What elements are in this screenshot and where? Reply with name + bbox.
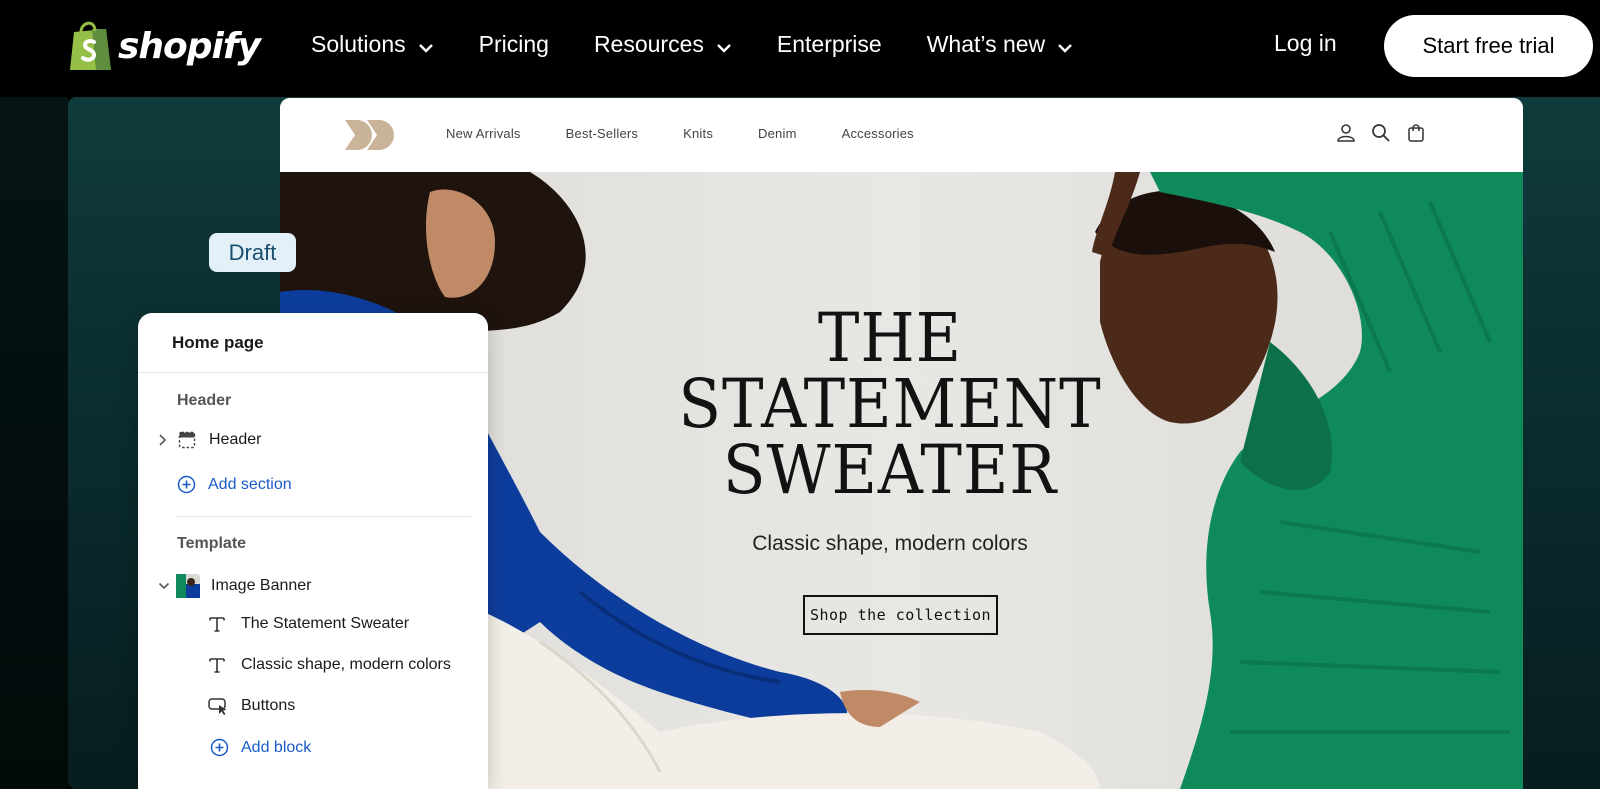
brand-name: shopify xyxy=(118,26,261,67)
shopify-logo[interactable]: shopify xyxy=(68,20,261,77)
draft-badge: Draft xyxy=(209,233,296,272)
add-block-label: Add block xyxy=(241,738,312,756)
nav-label: Solutions xyxy=(311,31,406,57)
block-heading-item[interactable]: The Statement Sweater xyxy=(208,615,409,633)
left-backdrop xyxy=(0,97,68,789)
panel-title[interactable]: Home page xyxy=(172,333,264,353)
nav-pricing[interactable]: Pricing xyxy=(479,30,549,59)
block-buttons-item[interactable]: Buttons xyxy=(208,697,295,715)
image-banner-label: Image Banner xyxy=(211,577,312,594)
nav-label: Pricing xyxy=(478,31,549,57)
store-header-icons xyxy=(1336,123,1441,143)
nav-label: Enterprise xyxy=(776,31,882,57)
store-nav-denim[interactable]: Denim xyxy=(758,126,797,141)
nav-solutions[interactable]: Solutions xyxy=(311,30,434,59)
header-item-label: Header xyxy=(209,431,262,448)
header-group-label: Header xyxy=(177,392,232,409)
header-section-item[interactable]: Header xyxy=(158,431,261,449)
nav-resources[interactable]: Resources xyxy=(594,30,732,59)
add-block-button[interactable]: Add block xyxy=(210,738,311,757)
template-group-label: Template xyxy=(177,535,247,552)
store-nav-new-arrivals[interactable]: New Arrivals xyxy=(446,126,521,141)
text-icon xyxy=(208,656,226,674)
plus-circle-icon xyxy=(177,475,196,494)
nav-label: Resources xyxy=(593,31,704,57)
store-nav-knits[interactable]: Knits xyxy=(683,126,713,141)
cart-icon[interactable] xyxy=(1406,123,1426,143)
start-free-trial-button[interactable]: Start free trial xyxy=(1384,15,1593,77)
button-icon xyxy=(208,697,229,715)
section-divider xyxy=(176,516,471,517)
shop-collection-button[interactable]: Shop the collection xyxy=(803,595,998,635)
hero-heading: THE STATEMENT SWEATER xyxy=(678,299,1102,509)
chevron-down-icon xyxy=(716,32,732,59)
store-nav-best-sellers[interactable]: Best-Sellers xyxy=(566,126,638,141)
theme-editor-panel: Home page Header Header Add section Temp… xyxy=(138,313,488,789)
chevron-down-icon xyxy=(418,32,434,59)
nav-enterprise[interactable]: Enterprise xyxy=(777,30,882,59)
panel-divider xyxy=(138,372,488,373)
hero-subheading: Classic shape, modern colors xyxy=(752,532,1028,555)
add-section-button[interactable]: Add section xyxy=(177,475,292,494)
image-thumbnail-icon xyxy=(176,574,200,598)
store-header: New Arrivals Best-Sellers Knits Denim Ac… xyxy=(280,98,1523,172)
nav-whats-new[interactable]: What’s new xyxy=(927,30,1073,59)
search-icon[interactable] xyxy=(1371,123,1391,143)
header-layout-icon xyxy=(178,431,196,449)
block-label: The Statement Sweater xyxy=(241,615,410,632)
plus-circle-icon xyxy=(210,738,229,757)
nav-label: What’s new xyxy=(926,31,1046,57)
image-banner-item[interactable]: Image Banner xyxy=(158,574,312,598)
add-section-label: Add section xyxy=(208,475,292,493)
account-icon[interactable] xyxy=(1336,123,1356,143)
chevron-down-icon[interactable] xyxy=(158,581,170,591)
store-nav: New Arrivals Best-Sellers Knits Denim Ac… xyxy=(446,126,959,141)
main-nav-links: Solutions Pricing Resources Enterprise W… xyxy=(311,30,1118,59)
store-logo-icon[interactable] xyxy=(345,120,397,155)
text-icon xyxy=(208,615,226,633)
block-label: Buttons xyxy=(241,697,296,714)
block-subheading-item[interactable]: Classic shape, modern colors xyxy=(208,656,451,674)
store-nav-accessories[interactable]: Accessories xyxy=(842,126,914,141)
login-link[interactable]: Log in xyxy=(1274,30,1337,57)
shopify-bag-icon xyxy=(68,20,112,77)
block-label: Classic shape, modern colors xyxy=(241,656,451,673)
chevron-right-icon[interactable] xyxy=(158,433,168,447)
top-navigation: shopify Solutions Pricing Resources Ente… xyxy=(0,0,1600,93)
chevron-down-icon xyxy=(1057,32,1073,59)
